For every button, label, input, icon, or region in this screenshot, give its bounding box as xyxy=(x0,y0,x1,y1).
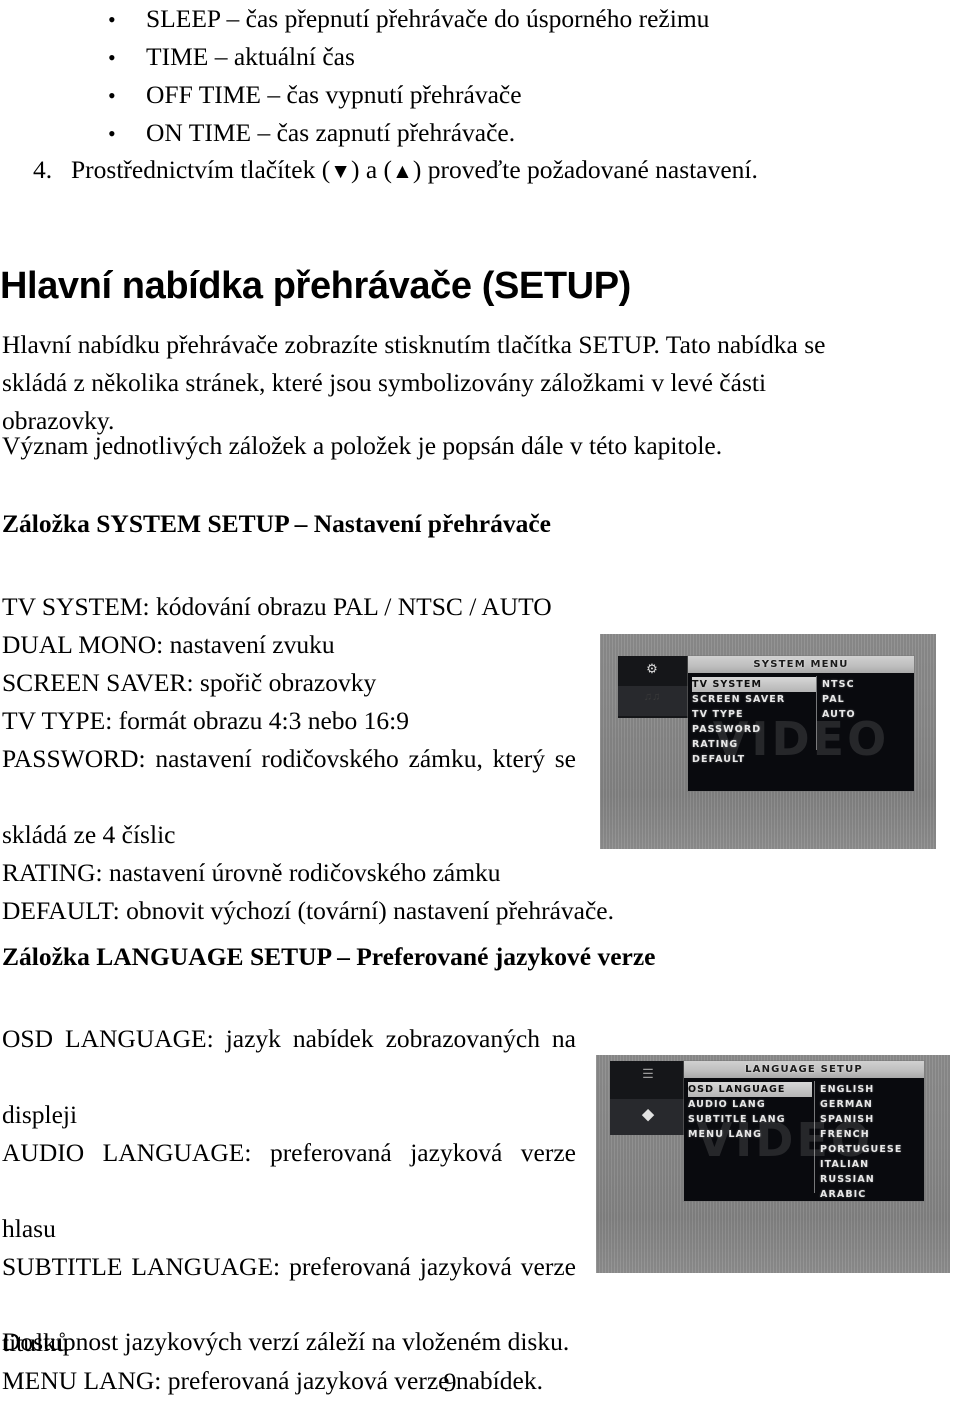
osd-language-menu-panel: LANGUAGE SETUP VIDEO OSD LANGUAGE AUDIO … xyxy=(684,1061,924,1201)
osd-system-item-password[interactable]: PASSWORD xyxy=(692,722,816,737)
list-number: 4. xyxy=(33,155,53,184)
availability-note: Dostupnost jazykových verzí záleží na vl… xyxy=(2,1327,570,1356)
osd-language-value-german[interactable]: GERMAN xyxy=(820,1097,902,1112)
osd-language-value-italian[interactable]: ITALIAN xyxy=(820,1157,902,1172)
system-item-tv-system: TV SYSTEM: kódování obrazu PAL / NTSC / … xyxy=(2,592,552,621)
bullet-icon: • xyxy=(108,7,116,32)
numbered-list-item-text: Prostřednictvím tlačítek (▼) a (▲) prove… xyxy=(71,155,758,185)
list-item: • OFF TIME – čas vypnutí přehrávače xyxy=(0,76,900,114)
osd-language-item-subtitle-lang[interactable]: SUBTITLE LANG xyxy=(688,1112,812,1127)
system-item-screen-saver: SCREEN SAVER: spořič obrazovky xyxy=(2,668,377,697)
osd-system-menu-items: TV SYSTEM SCREEN SAVER TV TYPE PASSWORD … xyxy=(692,677,816,767)
system-item-password-cont: skládá ze 4 číslic xyxy=(2,820,176,849)
system-item-default: DEFAULT: obnovit výchozí (tovární) nasta… xyxy=(2,896,614,925)
osd-system-item-default[interactable]: DEFAULT xyxy=(692,752,816,767)
list-item-text: TIME – aktuální čas xyxy=(146,42,355,71)
up-arrow-icon: ▲ xyxy=(392,159,413,183)
osd-language-value-arabic[interactable]: ARABIC xyxy=(820,1187,902,1201)
osd-language-inner: ☰ ⬥ LANGUAGE SETUP VIDEO OSD LANGUAGE AU… xyxy=(596,1055,950,1273)
language-item-audio: AUDIO LANGUAGE: preferovaná jazyková ver… xyxy=(2,1138,576,1167)
osd-language-item-menu-lang[interactable]: MENU LANG xyxy=(688,1127,812,1142)
system-item-password: PASSWORD: nastavení rodičovského zámku, … xyxy=(2,744,576,773)
bullet-list: • SLEEP – čas přepnutí přehrávače do úsp… xyxy=(0,0,900,152)
language-item-audio-cont: hlasu xyxy=(2,1214,56,1243)
system-item-tv-type: TV TYPE: formát obrazu 4:3 nebo 16:9 xyxy=(2,706,409,735)
step-text-after: ) proveďte požadované nastavení. xyxy=(412,155,758,184)
step-text-before: Prostřednictvím tlačítek ( xyxy=(71,155,331,184)
document-page: • SLEEP – čas přepnutí přehrávače do úsp… xyxy=(0,0,960,1412)
language-item-subtitle: SUBTITLE LANGUAGE: preferovaná jazyková … xyxy=(2,1252,576,1281)
list-item: • TIME – aktuální čas xyxy=(0,38,900,76)
system-item-dual-mono: DUAL MONO: nastavení zvuku xyxy=(2,630,335,659)
audio-tab-icon: ♫♫ xyxy=(643,691,661,703)
osd-language-value-portuguese[interactable]: PORTUGUESE xyxy=(820,1142,902,1157)
list-item: • ON TIME – čas zapnutí přehrávače. xyxy=(0,114,900,152)
globe-tab-icon: ⬥ xyxy=(641,1104,655,1124)
bullet-icon: • xyxy=(108,83,116,108)
osd-system-menu-title: SYSTEM MENU xyxy=(688,656,914,673)
osd-language-value-french[interactable]: FRENCH xyxy=(820,1127,902,1142)
language-item-osd-cont: displeji xyxy=(2,1100,78,1129)
meaning-paragraph: Význam jednotlivých záložek a položek je… xyxy=(2,431,723,460)
osd-system-menu-panel: SYSTEM MENU VIDEO TV SYSTEM SCREEN SAVER… xyxy=(688,656,914,791)
osd-system-inner: ⚙ ♫♫ SYSTEM MENU VIDEO TV SYSTEM SCREEN … xyxy=(600,634,936,849)
osd-system-value-list: NTSC PAL AUTO xyxy=(822,677,856,722)
system-item-rating: RATING: nastavení úrovně rodičovského zá… xyxy=(2,858,501,887)
bullet-icon: • xyxy=(108,45,116,70)
osd-system-item-tv-system[interactable]: TV SYSTEM xyxy=(692,677,816,692)
osd-system-item-rating[interactable]: RATING xyxy=(692,737,816,752)
list-item-text: ON TIME – čas zapnutí přehrávače. xyxy=(146,118,516,147)
osd-screenshot-system-setup: ⚙ ♫♫ SYSTEM MENU VIDEO TV SYSTEM SCREEN … xyxy=(600,634,936,849)
bullet-icon: • xyxy=(108,121,116,146)
osd-language-value-spanish[interactable]: SPANISH xyxy=(820,1112,902,1127)
intro-paragraph: Hlavní nabídku přehrávače zobrazíte stis… xyxy=(2,326,857,440)
section-heading-language-setup: Záložka LANGUAGE SETUP – Preferované jaz… xyxy=(2,942,656,971)
language-item-osd: OSD LANGUAGE: jazyk nabídek zobrazovanýc… xyxy=(2,1024,576,1053)
osd-system-item-screen-saver[interactable]: SCREEN SAVER xyxy=(692,692,816,707)
osd-system-value-auto[interactable]: AUTO xyxy=(822,707,856,722)
osd-system-column-divider xyxy=(816,676,817,750)
list-item: • SLEEP – čas přepnutí přehrávače do úsp… xyxy=(0,0,900,38)
page-number: 9 xyxy=(443,1368,457,1397)
osd-language-menu-title: LANGUAGE SETUP xyxy=(684,1061,924,1078)
osd-language-menu-items: OSD LANGUAGE AUDIO LANG SUBTITLE LANG ME… xyxy=(688,1082,812,1142)
down-arrow-icon: ▼ xyxy=(330,159,351,183)
page-title: Hlavní nabídka přehrávače (SETUP) xyxy=(0,265,631,307)
osd-system-value-ntsc[interactable]: NTSC xyxy=(822,677,856,692)
osd-language-value-english[interactable]: ENGLISH xyxy=(820,1082,902,1097)
language-tab-icon: ☰ xyxy=(642,1066,654,1081)
intro-line-2: skládá z několika stránek, které jsou sy… xyxy=(2,368,767,397)
list-item-text: OFF TIME – čas vypnutí přehrávače xyxy=(146,80,522,109)
osd-language-item-osd-language[interactable]: OSD LANGUAGE xyxy=(688,1082,812,1097)
osd-language-column-divider xyxy=(814,1081,815,1193)
system-tab-icon: ⚙ xyxy=(646,661,658,676)
section-heading-system-setup: Záložka SYSTEM SETUP – Nastavení přehráv… xyxy=(2,509,551,538)
osd-system-value-pal[interactable]: PAL xyxy=(822,692,856,707)
osd-system-item-tv-type[interactable]: TV TYPE xyxy=(692,707,816,722)
numbered-list-item: 4. Prostřednictvím tlačítek (▼) a (▲) pr… xyxy=(0,155,758,185)
step-text-middle: ) a ( xyxy=(350,155,393,184)
list-item-text: SLEEP – čas přepnutí přehrávače do úspor… xyxy=(146,4,710,33)
osd-language-value-list: ENGLISH GERMAN SPANISH FRENCH PORTUGUESE… xyxy=(820,1082,902,1201)
intro-line-1: Hlavní nabídku přehrávače zobrazíte stis… xyxy=(2,330,826,359)
osd-language-item-audio-lang[interactable]: AUDIO LANG xyxy=(688,1097,812,1112)
osd-screenshot-language-setup: ☰ ⬥ LANGUAGE SETUP VIDEO OSD LANGUAGE AU… xyxy=(596,1055,950,1273)
system-setup-item-list: TV SYSTEM: kódování obrazu PAL / NTSC / … xyxy=(2,588,614,930)
osd-language-value-russian[interactable]: RUSSIAN xyxy=(820,1172,902,1187)
